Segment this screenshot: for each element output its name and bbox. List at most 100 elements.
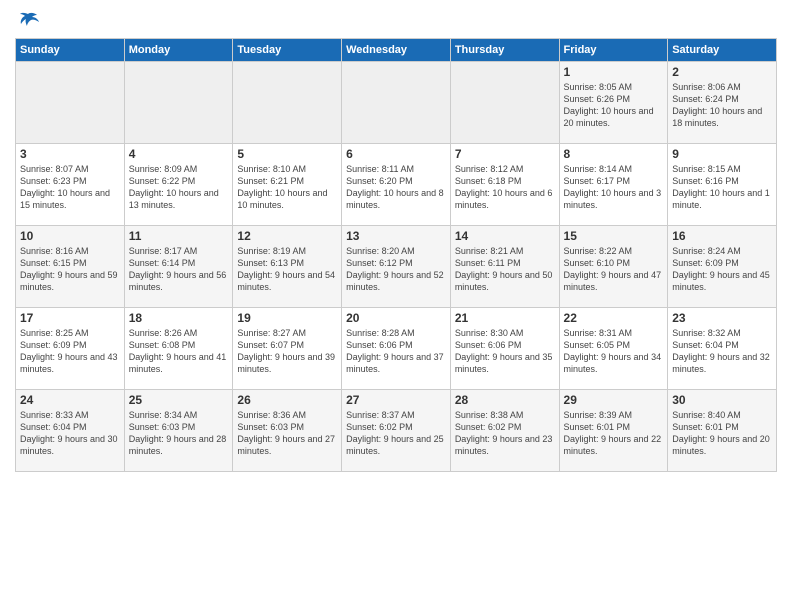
calendar-cell: 25 Sunrise: 8:34 AM Sunset: 6:03 PM Dayli… [124,389,233,471]
calendar-week-3: 10Sunrise: 8:16 AM Sunset: 6:15 PM Dayli… [16,225,777,307]
day-number: 21 [455,311,555,325]
day-number: 15 [564,229,664,243]
day-info: Sunrise: 8:40 AM Sunset: 6:01 PM Dayligh… [672,409,772,458]
calendar-week-4: 17Sunrise: 8:25 AM Sunset: 6:09 PM Dayli… [16,307,777,389]
day-number: 6 [346,147,446,161]
calendar-cell: 12 Sunrise: 8:19 AM Sunset: 6:13 PM Dayli… [233,225,342,307]
col-header-monday: Monday [124,38,233,61]
calendar-cell [124,61,233,143]
col-header-sunday: Sunday [16,38,125,61]
day-number: 23 [672,311,772,325]
page: SundayMondayTuesdayWednesdayThursdayFrid… [0,0,792,612]
day-info: Sunrise: 8:36 AM Sunset: 6:03 PM Dayligh… [237,409,337,458]
day-info: Sunrise: 8:05 AM Sunset: 6:26 PM Dayligh… [564,81,664,130]
calendar-cell: 28Sunrise: 8:38 AM Sunset: 6:02 PM Dayli… [450,389,559,471]
day-number: 13 [346,229,446,243]
day-number: 26 [237,393,337,407]
calendar-table: SundayMondayTuesdayWednesdayThursdayFrid… [15,38,777,472]
day-info: Sunrise: 8:28 AM Sunset: 6:06 PM Dayligh… [346,327,446,376]
day-number: 19 [237,311,337,325]
day-info: Sunrise: 8:33 AM Sunset: 6:04 PM Dayligh… [20,409,120,458]
calendar-cell: 3 Sunrise: 8:07 AM Sunset: 6:23 PM Daylig… [16,143,125,225]
day-number: 14 [455,229,555,243]
day-info: Sunrise: 8:39 AM Sunset: 6:01 PM Dayligh… [564,409,664,458]
day-info: Sunrise: 8:11 AM Sunset: 6:20 PM Dayligh… [346,163,446,212]
day-info: Sunrise: 8:37 AM Sunset: 6:02 PM Dayligh… [346,409,446,458]
calendar-cell: 6 Sunrise: 8:11 AM Sunset: 6:20 PM Daylig… [342,143,451,225]
calendar-cell: 27 Sunrise: 8:37 AM Sunset: 6:02 PM Dayli… [342,389,451,471]
day-info: Sunrise: 8:30 AM Sunset: 6:06 PM Dayligh… [455,327,555,376]
calendar-cell: 8 Sunrise: 8:14 AM Sunset: 6:17 PM Daylig… [559,143,668,225]
calendar-cell: 19 Sunrise: 8:27 AM Sunset: 6:07 PM Dayli… [233,307,342,389]
calendar-week-1: 1Sunrise: 8:05 AM Sunset: 6:26 PM Daylig… [16,61,777,143]
calendar-cell: 21 Sunrise: 8:30 AM Sunset: 6:06 PM Dayli… [450,307,559,389]
calendar-week-2: 3 Sunrise: 8:07 AM Sunset: 6:23 PM Daylig… [16,143,777,225]
day-info: Sunrise: 8:14 AM Sunset: 6:17 PM Dayligh… [564,163,664,212]
day-info: Sunrise: 8:15 AM Sunset: 6:16 PM Dayligh… [672,163,772,212]
calendar-cell: 14 Sunrise: 8:21 AM Sunset: 6:11 PM Dayli… [450,225,559,307]
day-info: Sunrise: 8:34 AM Sunset: 6:03 PM Dayligh… [129,409,229,458]
day-number: 3 [20,147,120,161]
day-info: Sunrise: 8:22 AM Sunset: 6:10 PM Dayligh… [564,245,664,294]
calendar-cell: 20 Sunrise: 8:28 AM Sunset: 6:06 PM Dayli… [342,307,451,389]
calendar-header-row: SundayMondayTuesdayWednesdayThursdayFrid… [16,38,777,61]
day-number: 29 [564,393,664,407]
day-number: 30 [672,393,772,407]
calendar-cell [233,61,342,143]
day-info: Sunrise: 8:07 AM Sunset: 6:23 PM Dayligh… [20,163,120,212]
day-info: Sunrise: 8:20 AM Sunset: 6:12 PM Dayligh… [346,245,446,294]
calendar-cell: 24 Sunrise: 8:33 AM Sunset: 6:04 PM Dayli… [16,389,125,471]
day-number: 24 [20,393,120,407]
day-number: 22 [564,311,664,325]
calendar-cell: 17Sunrise: 8:25 AM Sunset: 6:09 PM Dayli… [16,307,125,389]
day-number: 10 [20,229,120,243]
day-number: 20 [346,311,446,325]
calendar-cell: 7Sunrise: 8:12 AM Sunset: 6:18 PM Daylig… [450,143,559,225]
calendar-cell: 29 Sunrise: 8:39 AM Sunset: 6:01 PM Dayli… [559,389,668,471]
day-number: 8 [564,147,664,161]
header [15,10,777,30]
col-header-wednesday: Wednesday [342,38,451,61]
calendar-cell [450,61,559,143]
calendar-cell [342,61,451,143]
day-number: 12 [237,229,337,243]
day-info: Sunrise: 8:06 AM Sunset: 6:24 PM Dayligh… [672,81,772,130]
day-number: 25 [129,393,229,407]
day-info: Sunrise: 8:21 AM Sunset: 6:11 PM Dayligh… [455,245,555,294]
calendar-cell: 5Sunrise: 8:10 AM Sunset: 6:21 PM Daylig… [233,143,342,225]
col-header-tuesday: Tuesday [233,38,342,61]
day-info: Sunrise: 8:09 AM Sunset: 6:22 PM Dayligh… [129,163,229,212]
day-number: 2 [672,65,772,79]
col-header-saturday: Saturday [668,38,777,61]
day-info: Sunrise: 8:17 AM Sunset: 6:14 PM Dayligh… [129,245,229,294]
calendar-cell: 15 Sunrise: 8:22 AM Sunset: 6:10 PM Dayli… [559,225,668,307]
col-header-thursday: Thursday [450,38,559,61]
day-number: 16 [672,229,772,243]
calendar-cell: 10Sunrise: 8:16 AM Sunset: 6:15 PM Dayli… [16,225,125,307]
logo [15,10,39,30]
calendar-cell: 22 Sunrise: 8:31 AM Sunset: 6:05 PM Dayli… [559,307,668,389]
calendar-cell [16,61,125,143]
day-info: Sunrise: 8:24 AM Sunset: 6:09 PM Dayligh… [672,245,772,294]
col-header-friday: Friday [559,38,668,61]
calendar-cell: 23Sunrise: 8:32 AM Sunset: 6:04 PM Dayli… [668,307,777,389]
day-info: Sunrise: 8:31 AM Sunset: 6:05 PM Dayligh… [564,327,664,376]
day-info: Sunrise: 8:27 AM Sunset: 6:07 PM Dayligh… [237,327,337,376]
day-number: 11 [129,229,229,243]
calendar-cell: 16 Sunrise: 8:24 AM Sunset: 6:09 PM Dayli… [668,225,777,307]
calendar-cell: 30 Sunrise: 8:40 AM Sunset: 6:01 PM Dayli… [668,389,777,471]
calendar-cell: 1Sunrise: 8:05 AM Sunset: 6:26 PM Daylig… [559,61,668,143]
day-number: 28 [455,393,555,407]
day-number: 7 [455,147,555,161]
day-number: 4 [129,147,229,161]
day-info: Sunrise: 8:10 AM Sunset: 6:21 PM Dayligh… [237,163,337,212]
logo-bird-icon [17,12,39,30]
calendar-cell: 18Sunrise: 8:26 AM Sunset: 6:08 PM Dayli… [124,307,233,389]
calendar-week-5: 24 Sunrise: 8:33 AM Sunset: 6:04 PM Dayli… [16,389,777,471]
calendar-cell: 13 Sunrise: 8:20 AM Sunset: 6:12 PM Dayli… [342,225,451,307]
logo-text [15,10,39,32]
day-number: 18 [129,311,229,325]
calendar-cell: 11 Sunrise: 8:17 AM Sunset: 6:14 PM Dayli… [124,225,233,307]
day-number: 27 [346,393,446,407]
day-info: Sunrise: 8:19 AM Sunset: 6:13 PM Dayligh… [237,245,337,294]
